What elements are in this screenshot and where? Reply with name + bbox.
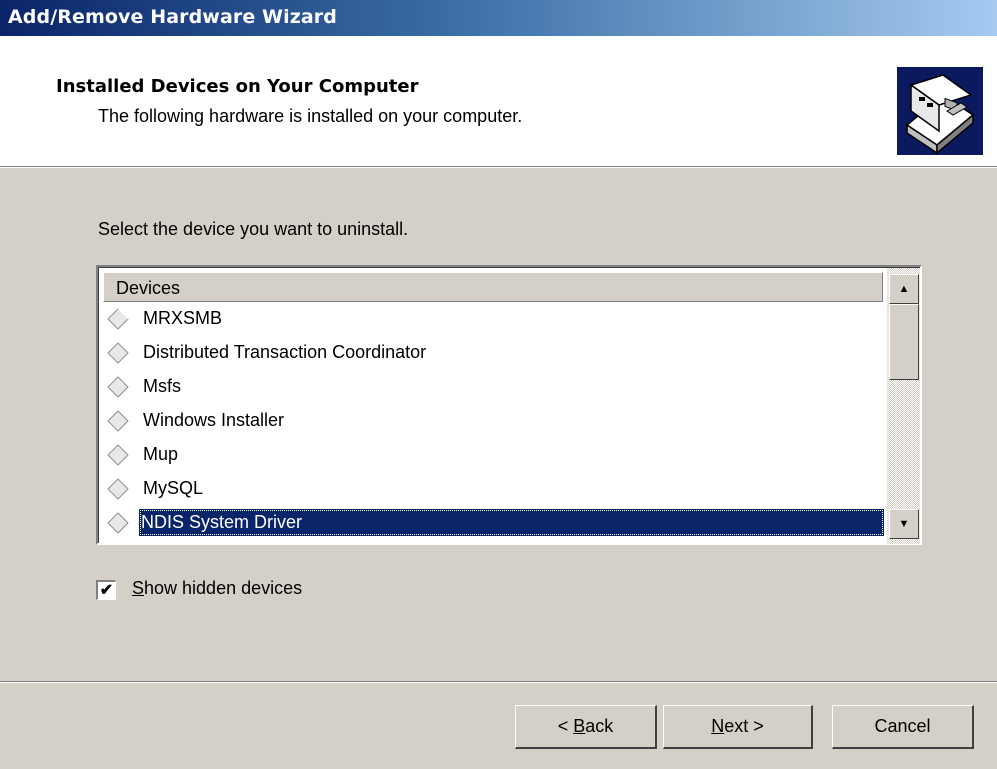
- header-divider: [0, 166, 997, 168]
- page-heading: Installed Devices on Your Computer: [56, 76, 419, 97]
- footer-divider: [0, 681, 997, 683]
- list-item-selected[interactable]: NDIS System Driver: [99, 506, 884, 540]
- list-item[interactable]: Distributed Transaction Coordinator: [99, 336, 884, 370]
- list-item[interactable]: MySQL: [99, 472, 884, 506]
- devices-listbox[interactable]: Devices MRXSMB Distributed Transaction C…: [96, 265, 922, 545]
- vertical-scrollbar[interactable]: ▲ ▼: [887, 268, 920, 544]
- device-diamond-icon: [107, 308, 129, 330]
- instruction-text: Select the device you want to uninstall.: [98, 219, 409, 239]
- hardware-icon: [897, 67, 983, 155]
- wizard-header: Installed Devices on Your Computer The f…: [0, 36, 997, 167]
- list-item[interactable]: Windows Installer: [99, 404, 884, 438]
- list-item[interactable]: Msfs: [99, 370, 884, 404]
- title-bar[interactable]: Add/Remove Hardware Wizard: [0, 0, 997, 36]
- window-title: Add/Remove Hardware Wizard: [8, 6, 337, 28]
- column-header-devices[interactable]: Devices: [103, 272, 883, 302]
- arrow-down-icon: ▼: [898, 518, 910, 530]
- device-diamond-icon: [107, 444, 129, 466]
- column-header-label: Devices: [116, 278, 181, 298]
- scroll-thumb[interactable]: [889, 304, 919, 380]
- cancel-button[interactable]: Cancel: [832, 705, 974, 749]
- device-label: Mup: [143, 444, 179, 464]
- device-diamond-icon: [107, 376, 129, 398]
- device-rows: MRXSMB Distributed Transaction Coordinat…: [99, 302, 884, 540]
- device-label: NDIS System Driver: [139, 509, 884, 536]
- device-diamond-icon: [107, 342, 129, 364]
- list-item[interactable]: MRXSMB: [99, 302, 884, 336]
- arrow-up-icon: ▲: [898, 283, 910, 295]
- scroll-down-button[interactable]: ▼: [889, 509, 919, 539]
- device-label: Windows Installer: [143, 410, 285, 430]
- device-label: MRXSMB: [143, 308, 223, 328]
- check-mark-icon: ✔: [99, 581, 114, 599]
- device-diamond-icon: [107, 478, 129, 500]
- device-label: Msfs: [143, 376, 181, 396]
- next-button[interactable]: Next >: [663, 705, 813, 749]
- list-item[interactable]: Mup: [99, 438, 884, 472]
- device-label: Distributed Transaction Coordinator: [143, 342, 427, 362]
- device-diamond-icon: [107, 512, 129, 534]
- device-diamond-icon: [107, 410, 129, 432]
- device-label: MySQL: [143, 478, 204, 498]
- back-button[interactable]: < Back: [515, 705, 657, 749]
- checkbox-box[interactable]: ✔: [96, 580, 116, 600]
- scroll-up-button[interactable]: ▲: [889, 274, 919, 304]
- page-subheading: The following hardware is installed on y…: [98, 106, 523, 126]
- checkbox-label: Show hidden devices: [132, 578, 303, 598]
